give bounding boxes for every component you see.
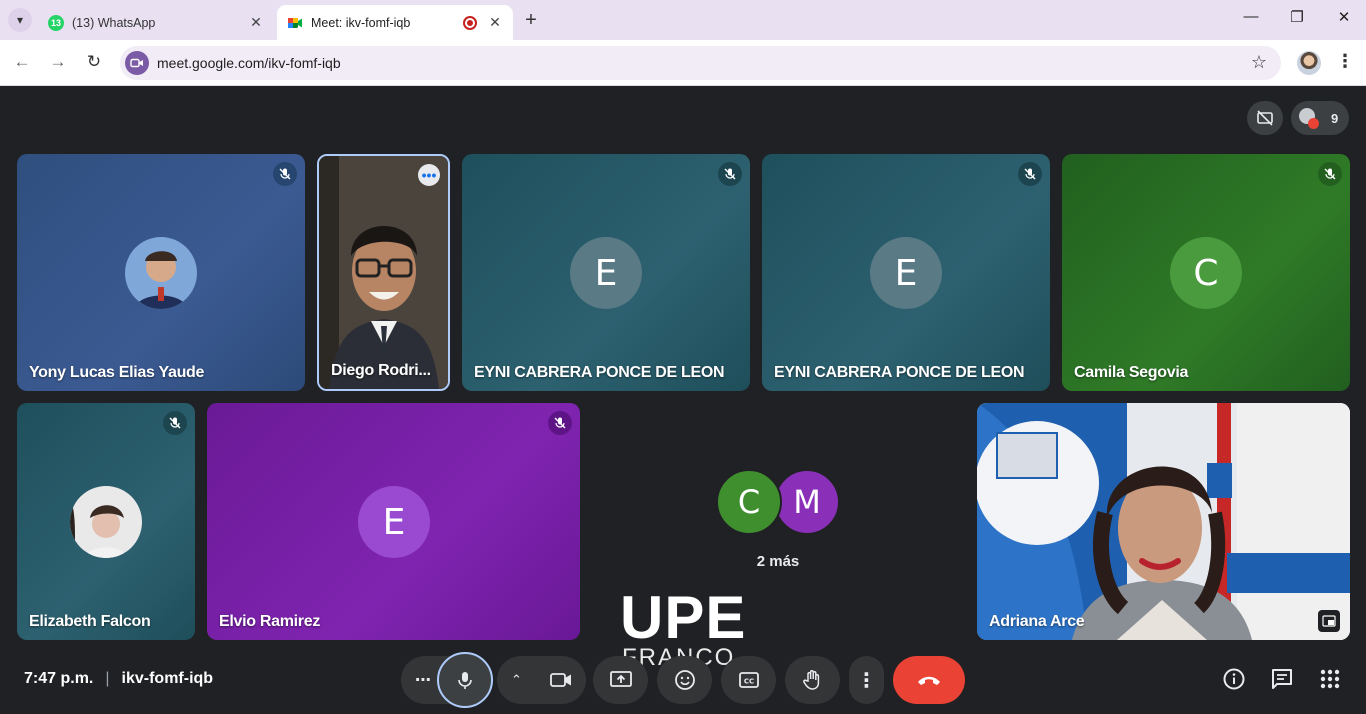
whatsapp-icon: 13 <box>48 14 64 31</box>
bookmark-star-icon[interactable]: ☆ <box>1251 52 1267 73</box>
activities-grid-icon[interactable] <box>1317 666 1343 692</box>
participant-initial-avatar: C <box>1170 237 1242 309</box>
present-screen-icon <box>609 671 632 687</box>
chevron-up-icon[interactable]: ⌃ <box>511 672 522 688</box>
chat-icon[interactable] <box>1269 666 1295 692</box>
reactions-button[interactable] <box>657 656 712 704</box>
watermark-line1: UPE <box>620 584 747 651</box>
back-icon[interactable]: ← <box>11 52 33 72</box>
meeting-info: 7:47 p.m. | ikv-fomf-iqb <box>24 670 213 688</box>
meeting-code: ikv-fomf-iqb <box>121 670 214 687</box>
clock-time: 7:47 p.m. <box>24 670 94 687</box>
participant-initial-avatar: M <box>774 469 840 535</box>
picture-in-picture-icon[interactable] <box>1318 610 1340 632</box>
participant-name: Yony Lucas Elias Yaude <box>29 364 205 381</box>
participant-initial-avatar: E <box>358 486 430 558</box>
participant-photo-avatar <box>125 237 197 309</box>
minimize-icon[interactable]: — <box>1241 8 1261 25</box>
mic-off-icon <box>718 162 742 186</box>
camera-button-group: ⌃ <box>497 656 586 704</box>
mic-off-icon <box>1318 162 1342 186</box>
end-call-icon <box>918 676 940 685</box>
participant-tile[interactable]: E EYNI CABRERA PONCE DE LEON <box>462 154 750 391</box>
raise-hand-icon <box>802 670 819 690</box>
more-vert-icon: ⋮ <box>856 669 877 692</box>
participant-count: 9 <box>1331 110 1339 126</box>
captions-button[interactable]: CC <box>721 656 776 704</box>
captions-icon: CC <box>738 672 759 688</box>
mic-off-icon <box>548 411 572 435</box>
video-camera-icon[interactable] <box>550 671 572 689</box>
leave-call-button[interactable] <box>893 656 965 704</box>
profile-avatar[interactable] <box>1297 51 1321 75</box>
recording-icon <box>463 15 477 30</box>
more-options-button[interactable]: ⋮ <box>849 656 884 704</box>
participant-name: Elvio Ramirez <box>219 613 321 630</box>
tab-title: (13) WhatsApp <box>72 15 156 30</box>
tab-title: Meet: ikv-fomf-iqb <box>311 15 411 30</box>
more-participants[interactable]: C M 2 más <box>716 469 846 579</box>
participant-name: Elizabeth Falcon <box>29 613 151 630</box>
participant-tile[interactable]: C Camila Segovia <box>1062 154 1350 391</box>
microphone-icon <box>458 672 472 689</box>
participant-name: EYNI CABRERA PONCE DE LEON <box>774 364 1025 381</box>
mic-off-icon <box>163 411 187 435</box>
close-tab-icon[interactable]: ✕ <box>487 14 503 31</box>
video-camera-icon[interactable] <box>125 51 149 75</box>
participant-tile[interactable]: Elizabeth Falcon <box>17 403 195 640</box>
emoji-icon <box>674 670 695 690</box>
new-tab-button[interactable]: + <box>520 9 542 31</box>
tab-meet[interactable]: Meet: ikv-fomf-iqb ✕ <box>277 5 513 40</box>
more-participants-label: 2 más <box>756 553 800 570</box>
participant-photo-avatar <box>70 486 142 558</box>
participant-tile[interactable]: E Elvio Ramirez <box>207 403 580 640</box>
participant-name: Adriana Arce <box>989 613 1085 630</box>
participant-tile[interactable]: E EYNI CABRERA PONCE DE LEON <box>762 154 1050 391</box>
participant-initial-avatar: C <box>716 469 782 535</box>
participant-name: EYNI CABRERA PONCE DE LEON <box>474 364 725 381</box>
more-options-icon[interactable]: ••• <box>418 164 440 186</box>
participant-initial-avatar: E <box>570 237 642 309</box>
participant-tile-video[interactable]: Adriana Arce <box>977 403 1350 640</box>
restore-icon[interactable]: ❐ <box>1287 8 1307 26</box>
address-bar[interactable]: meet.google.com/ikv-fomf-iqb ☆ <box>120 46 1281 80</box>
participant-initial-avatar: E <box>870 237 942 309</box>
meeting-details-icon[interactable] <box>1221 666 1247 692</box>
browser-tab-strip: ▾ 13 (13) WhatsApp ✕ Meet: ikv-fomf-iqb … <box>0 0 1366 40</box>
present-screen-button[interactable] <box>593 656 648 704</box>
mic-off-icon <box>273 162 297 186</box>
captions-off-icon <box>1257 110 1273 126</box>
close-window-icon[interactable]: ✕ <box>1334 8 1354 26</box>
close-tab-icon[interactable]: ✕ <box>248 14 264 31</box>
participant-video-feed <box>319 156 448 389</box>
divider: | <box>105 670 110 687</box>
tab-search-button[interactable]: ▾ <box>8 8 32 32</box>
raise-hand-button[interactable] <box>785 656 840 704</box>
mic-off-icon <box>1018 162 1042 186</box>
audio-settings-icon[interactable]: ⋯ <box>415 670 431 690</box>
participant-avatars-icon <box>1297 106 1321 130</box>
participant-video-feed <box>977 403 1350 640</box>
browser-menu-icon[interactable]: ⋮ <box>1336 51 1354 72</box>
no-captions-button[interactable] <box>1247 101 1283 135</box>
url-text: meet.google.com/ikv-fomf-iqb <box>157 55 341 71</box>
google-meet-icon <box>288 17 302 28</box>
forward-icon[interactable]: → <box>47 52 69 72</box>
tab-whatsapp[interactable]: 13 (13) WhatsApp ✕ <box>38 5 274 40</box>
participant-name: Diego Rodri... <box>331 362 431 379</box>
chevron-down-icon: ▾ <box>16 13 24 27</box>
microphone-button[interactable] <box>437 652 493 708</box>
participant-tile-video[interactable]: ••• Diego Rodri... <box>317 154 450 391</box>
svg-text:CC: CC <box>743 678 753 686</box>
participants-button[interactable]: 9 <box>1291 101 1349 135</box>
participant-tile[interactable]: Yony Lucas Elias Yaude <box>17 154 305 391</box>
reload-icon[interactable]: ↻ <box>83 52 105 72</box>
address-toolbar: ← → ↻ meet.google.com/ikv-fomf-iqb ☆ ⋮ <box>0 40 1366 86</box>
participant-name: Camila Segovia <box>1074 364 1189 381</box>
